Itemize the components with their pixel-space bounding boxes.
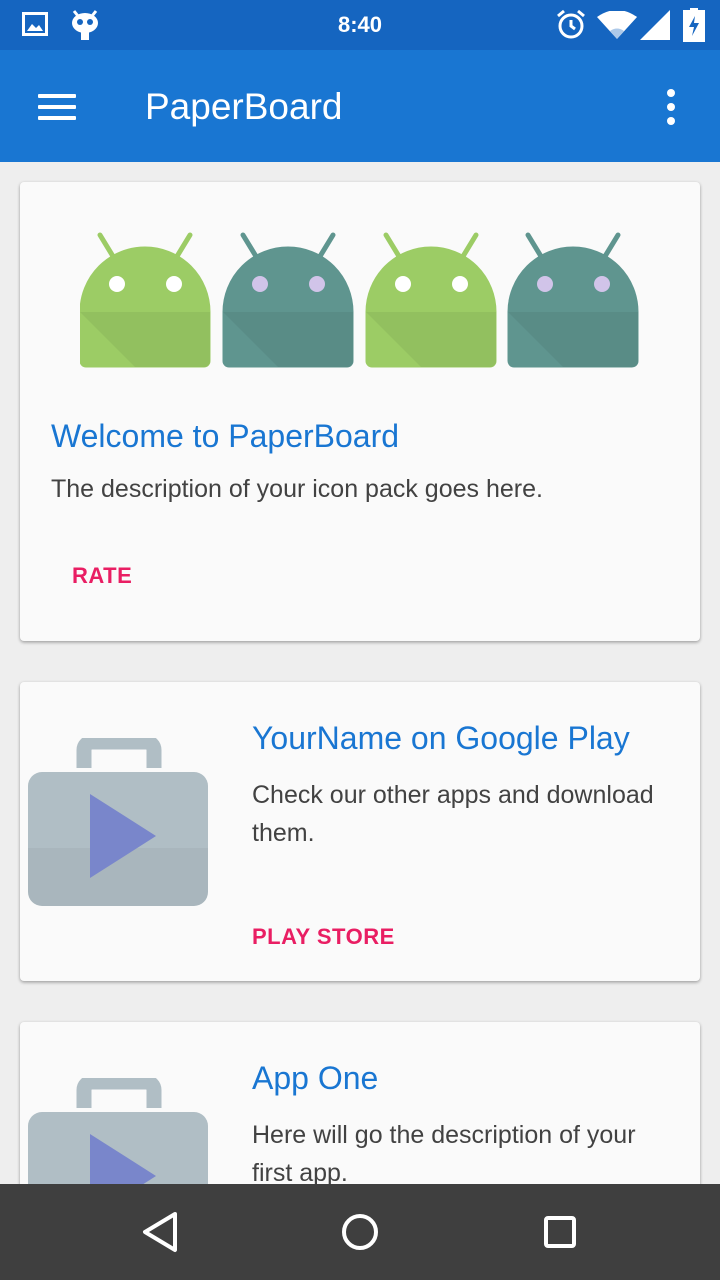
play-store-bag-icon (28, 1078, 208, 1184)
wifi-icon (597, 11, 637, 39)
app-title: PaperBoard (145, 86, 343, 127)
alarm-icon (557, 9, 585, 39)
rate-button[interactable]: RATE (72, 563, 132, 589)
welcome-title: Welcome to PaperBoard (51, 418, 400, 454)
welcome-card: Welcome to PaperBoard The description of… (20, 182, 700, 641)
app-bar: PaperBoard (0, 50, 720, 162)
navigation-bar (0, 1184, 720, 1280)
welcome-description: The description of your icon pack goes h… (51, 475, 543, 503)
android-robots-image (80, 232, 640, 372)
signal-icon (640, 10, 670, 40)
play-store-button[interactable]: PLAY STORE (252, 924, 395, 950)
content-list[interactable]: Welcome to PaperBoard The description of… (0, 162, 720, 1184)
app-one-title: App One (252, 1060, 379, 1096)
home-icon[interactable] (330, 1204, 390, 1260)
google-play-title: YourName on Google Play (252, 720, 630, 756)
status-bar: 8:40 (0, 0, 720, 50)
play-store-bag-icon (28, 738, 208, 906)
back-icon[interactable] (130, 1204, 190, 1260)
hamburger-menu-icon[interactable] (26, 80, 86, 134)
battery-charging-icon (683, 8, 705, 42)
app-one-description: Here will go the description of your fir… (252, 1121, 636, 1184)
google-play-card: YourName on Google Play Check our other … (20, 682, 700, 981)
google-play-description: Check our other apps and download them. (252, 781, 654, 847)
more-vert-icon[interactable] (652, 80, 692, 134)
app-one-card[interactable]: App One Here will go the description of … (20, 1022, 700, 1184)
recents-icon[interactable] (530, 1204, 590, 1260)
